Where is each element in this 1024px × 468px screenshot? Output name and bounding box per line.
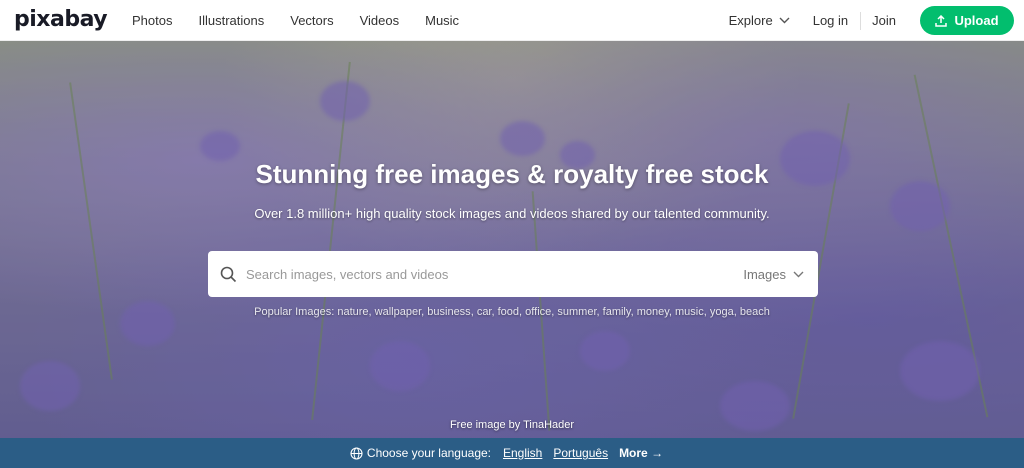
popular-term[interactable]: beach (740, 306, 770, 318)
nav-vectors[interactable]: Vectors (290, 13, 333, 28)
search-icon[interactable] (220, 266, 237, 283)
search-type-label: Images (743, 266, 786, 282)
popular-label: Popular Images: (254, 306, 335, 318)
chevron-down-icon (779, 17, 790, 24)
globe-icon (350, 446, 363, 460)
header-divider (860, 11, 862, 30)
popular-term[interactable]: music (675, 306, 704, 318)
pixabay-logo[interactable]: pixabay (14, 7, 108, 32)
explore-label: Explore (728, 13, 773, 28)
search-type-dropdown[interactable]: Images (743, 251, 804, 297)
upload-label: Upload (954, 13, 999, 28)
choose-language-label: Choose your language: (366, 446, 491, 460)
upload-button[interactable]: Upload (920, 6, 1014, 35)
popular-term[interactable]: money (637, 306, 669, 318)
nav-photos[interactable]: Photos (132, 13, 172, 28)
search-bar: Images (208, 251, 818, 297)
popular-searches: Popular Images: nature, wallpaper, busin… (254, 306, 770, 318)
search-input[interactable] (246, 266, 716, 282)
popular-term[interactable]: family (603, 306, 631, 318)
more-languages-link[interactable]: More → (619, 446, 663, 460)
language-bar: Choose your language: English Português … (0, 438, 1024, 468)
language-portugues[interactable]: Português (553, 446, 608, 460)
nav-videos[interactable]: Videos (360, 13, 400, 28)
popular-term[interactable]: nature (337, 306, 368, 318)
nav-illustrations[interactable]: Illustrations (198, 13, 264, 28)
hero-subtitle: Over 1.8 million+ high quality stock ima… (254, 206, 770, 221)
top-header: pixabay Photos Illustrations Vectors Vid… (0, 0, 1024, 41)
explore-menu[interactable]: Explore (729, 13, 790, 28)
language-english[interactable]: English (503, 446, 542, 460)
login-link[interactable]: Log in (813, 13, 848, 28)
image-credit[interactable]: Free image by TinaHader (0, 419, 1024, 431)
popular-term[interactable]: car (477, 306, 492, 318)
popular-term[interactable]: food (498, 306, 519, 318)
main-nav: Photos Illustrations Vectors Videos Musi… (132, 0, 485, 41)
popular-term[interactable]: office (525, 306, 551, 318)
popular-term[interactable]: wallpaper (375, 306, 421, 318)
hero-title: Stunning free images & royalty free stoc… (255, 159, 769, 189)
popular-term[interactable]: business (427, 306, 470, 318)
join-link[interactable]: Join (872, 13, 896, 28)
hero-background-image: Stunning free images & royalty free stoc… (0, 41, 1024, 438)
popular-term[interactable]: yoga (710, 306, 734, 318)
popular-term[interactable]: summer (557, 306, 596, 318)
upload-icon (935, 14, 948, 27)
header-actions: Explore Log in Join Upload (729, 0, 1014, 41)
nav-music[interactable]: Music (425, 13, 459, 28)
chevron-down-icon (793, 271, 804, 277)
